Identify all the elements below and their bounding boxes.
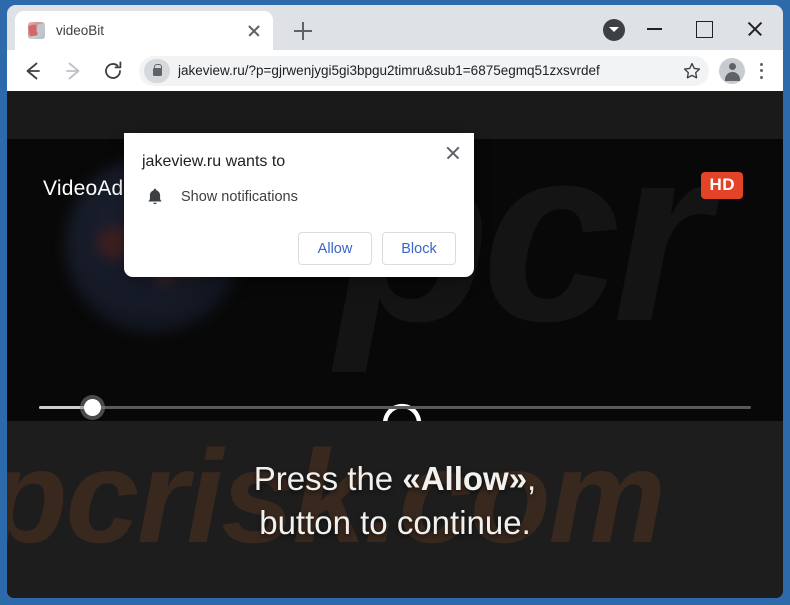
tab-strip: videoBit: [7, 5, 783, 50]
screenshot-frame: videoBit jakeview.ru/?p=gjrwenjygi5gi3bp…: [0, 0, 790, 605]
forward-arrow-icon[interactable]: [57, 55, 89, 87]
web-page-content: pcr VideoAdu HD 0:15 /: [7, 91, 783, 598]
bell-icon: [144, 186, 166, 208]
promo-line1-emphasis: «Allow»: [402, 460, 528, 497]
back-arrow-icon[interactable]: [17, 55, 49, 87]
site-header-bar: [7, 91, 783, 139]
tab-search-chevron-down-icon[interactable]: [603, 19, 625, 41]
promo-line2: button to continue.: [259, 504, 531, 542]
new-tab-button[interactable]: [289, 17, 317, 45]
url-text[interactable]: jakeview.ru/?p=gjrwenjygi5gi3bpgu2timru&…: [178, 63, 679, 78]
progress-track: [39, 406, 751, 409]
hd-quality-badge: HD: [701, 172, 743, 199]
notification-permission-dialog: jakeview.ru wants to Show notifications …: [124, 133, 474, 277]
profile-avatar-icon[interactable]: [719, 57, 745, 84]
dialog-permission-row: Show notifications: [142, 186, 456, 208]
promo-line1-suffix: ,: [527, 460, 537, 497]
dialog-title: jakeview.ru wants to: [142, 153, 286, 170]
dialog-actions: Allow Block: [142, 232, 456, 265]
promo-line1-prefix: Press the: [253, 460, 403, 497]
window-close-button[interactable]: [732, 11, 777, 45]
browser-window: videoBit jakeview.ru/?p=gjrwenjygi5gi3bp…: [7, 5, 783, 598]
browser-toolbar: jakeview.ru/?p=gjrwenjygi5gi3bpgu2timru&…: [7, 50, 783, 91]
video-title: VideoAdu: [43, 177, 136, 200]
block-button[interactable]: Block: [382, 232, 456, 265]
window-maximize-button[interactable]: [681, 11, 726, 45]
video-progress-slider[interactable]: [39, 399, 751, 416]
address-bar[interactable]: jakeview.ru/?p=gjrwenjygi5gi3bpgu2timru&…: [139, 55, 709, 86]
videobit-favicon-icon: [28, 22, 45, 39]
close-tab-icon[interactable]: [243, 20, 265, 42]
bookmark-star-icon[interactable]: [679, 58, 705, 84]
promo-instruction-text: Press the «Allow», button to continue.: [7, 457, 783, 545]
browser-tab-videobit[interactable]: videoBit: [15, 11, 273, 50]
allow-button[interactable]: Allow: [298, 232, 372, 265]
promo-banner: pcrisk.com Press the «Allow», button to …: [7, 421, 783, 598]
tab-title: videoBit: [56, 23, 105, 38]
lock-icon[interactable]: [144, 58, 170, 83]
dialog-permission-label: Show notifications: [181, 189, 298, 205]
progress-handle[interactable]: [84, 399, 102, 416]
reload-icon[interactable]: [97, 55, 129, 87]
window-minimize-button[interactable]: [632, 11, 677, 45]
chrome-menu-icon[interactable]: [749, 57, 775, 85]
close-icon[interactable]: [441, 141, 465, 165]
